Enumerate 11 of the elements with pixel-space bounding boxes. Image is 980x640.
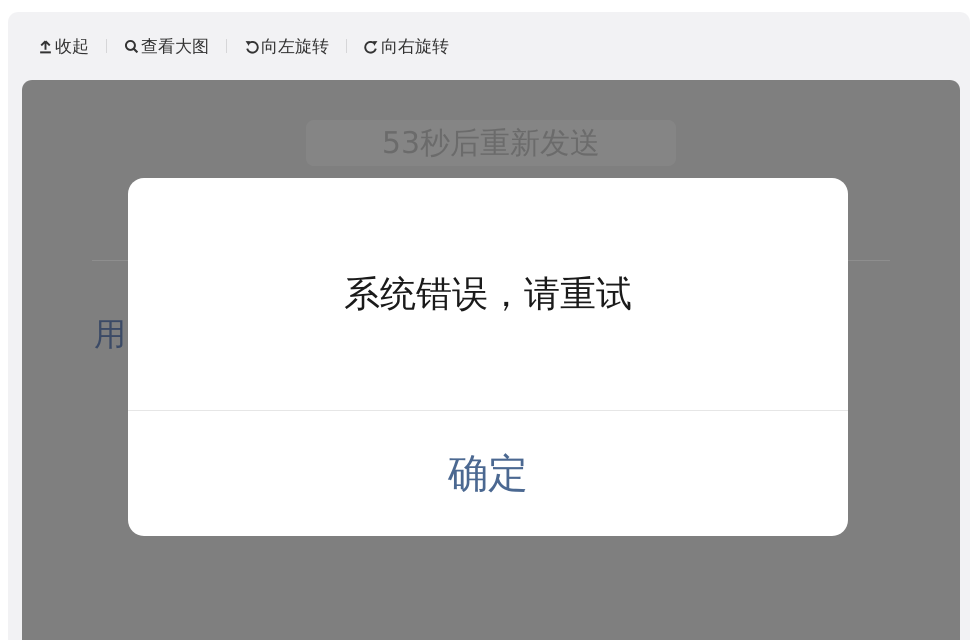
- field-label: 用: [94, 314, 126, 355]
- confirm-button[interactable]: 确定: [128, 411, 848, 536]
- rotate-right-icon: [364, 38, 379, 54]
- toolbar-button[interactable]: 收起: [38, 32, 89, 60]
- upload-icon: [38, 38, 53, 54]
- toolbar-button[interactable]: 向右旋转: [364, 32, 449, 60]
- rotate-left-icon: [244, 38, 259, 54]
- error-message: 系统错误，请重试: [344, 272, 632, 316]
- toolbar-button[interactable]: 查看大图: [124, 32, 209, 60]
- toolbar-button[interactable]: 向左旋转: [244, 32, 329, 60]
- search-icon: [124, 38, 139, 54]
